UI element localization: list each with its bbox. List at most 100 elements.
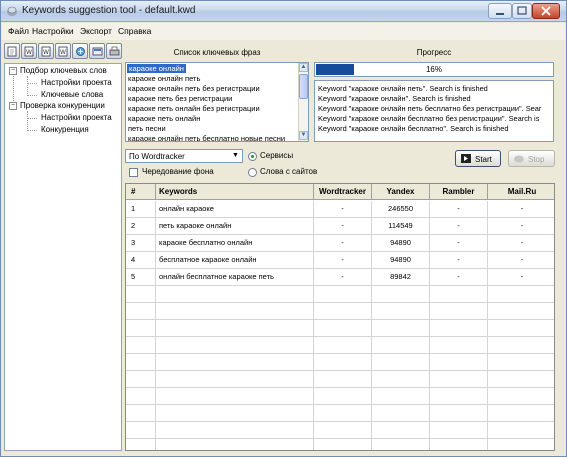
col-header-rambler[interactable]: Rambler: [430, 184, 488, 200]
table-row[interactable]: [126, 439, 554, 450]
cell-wordtracker: [314, 337, 372, 354]
table-row[interactable]: [126, 354, 554, 371]
list-item[interactable]: караоке петь онлайн без регистрации: [128, 104, 260, 113]
table-row[interactable]: [126, 388, 554, 405]
cell-yandex: [372, 405, 430, 422]
cell-keyword: [156, 320, 314, 337]
settings-button[interactable]: [89, 43, 105, 59]
log-line: Keyword "караоке онлайн петь бесплатно б…: [318, 104, 542, 113]
log-line: Keyword "караоке онлайн бесплатно без ре…: [318, 114, 540, 123]
cell-rambler: [430, 405, 488, 422]
list-item[interactable]: караоке онлайн петь: [128, 74, 200, 83]
list-item[interactable]: караоке онлайн: [127, 64, 186, 73]
cell-wordtracker: [314, 371, 372, 388]
list-item[interactable]: караоке петь онлайн: [128, 114, 200, 123]
menu-settings[interactable]: Настройки: [32, 26, 74, 36]
chevron-down-icon[interactable]: ▼: [230, 151, 241, 161]
col-header-yandex[interactable]: Yandex: [372, 184, 430, 200]
scroll-down-icon[interactable]: ▼: [299, 131, 308, 140]
site-words-radio[interactable]: [248, 168, 257, 177]
tree-item-competition[interactable]: Конкуренция: [41, 125, 89, 134]
cell-mailru: -: [520, 255, 524, 264]
cell-yandex: [372, 286, 430, 303]
table-row[interactable]: 3 караоке бесплатно онлайн -94890- -: [126, 235, 554, 252]
save-as-button[interactable]: W: [55, 43, 71, 59]
minimize-button[interactable]: [488, 3, 512, 19]
menu-export[interactable]: Экспорт: [80, 26, 112, 36]
cell-wordtracker: [314, 439, 372, 450]
table-row[interactable]: [126, 405, 554, 422]
table-row[interactable]: 4 бесплатное караоке онлайн -94890- -: [126, 252, 554, 269]
window-title: Keywords suggestion tool - default.kwd: [22, 5, 196, 16]
title-bar[interactable]: Keywords suggestion tool - default.kwd: [1, 1, 566, 22]
menu-bar: Файл Настройки Экспорт Справка: [2, 23, 565, 40]
cell-number: [126, 439, 156, 450]
cell-rambler: [430, 337, 488, 354]
open-icon: W: [24, 46, 34, 57]
cell-rambler: [430, 422, 488, 439]
scroll-up-icon[interactable]: ▲: [299, 63, 308, 72]
source-select-value: По Wordtracker: [129, 152, 185, 161]
cell-yandex: [372, 388, 430, 405]
tree-group-keywords[interactable]: Подбор ключевых слов: [20, 66, 107, 75]
close-button[interactable]: [532, 3, 560, 19]
col-header-mailru[interactable]: Mail.Ru: [488, 184, 554, 200]
table-row[interactable]: [126, 303, 554, 320]
cell-keyword: бесплатное караоке онлайн: [156, 252, 314, 269]
services-radio[interactable]: [248, 152, 257, 161]
alternate-background-checkbox[interactable]: [129, 168, 138, 177]
list-item[interactable]: караоке онлайн петь без регистрации: [128, 84, 260, 93]
collapse-toggle-competition[interactable]: −: [9, 102, 17, 110]
cell-wordtracker: [314, 405, 372, 422]
maximize-button[interactable]: [512, 3, 532, 19]
col-header-wordtracker[interactable]: Wordtracker: [314, 184, 372, 200]
menu-file[interactable]: Файл: [8, 26, 29, 36]
cell-yandex: [372, 337, 430, 354]
cell-number: 1: [126, 201, 156, 218]
col-header-keywords[interactable]: Keywords: [156, 184, 314, 200]
list-item[interactable]: караоке петь без регистрации: [128, 94, 232, 103]
cell-number: [126, 354, 156, 371]
list-item[interactable]: караоке онлайн петь бесплатно новые песн…: [128, 134, 285, 141]
progress-bar: 16%: [314, 62, 554, 77]
table-row[interactable]: [126, 286, 554, 303]
cell-mailru: [488, 286, 554, 303]
phrase-list-scrollbar[interactable]: ▲ ▼: [298, 63, 308, 141]
cell-keyword: [156, 388, 314, 405]
table-row[interactable]: 1 онлайн караоке -246550- -: [126, 201, 554, 218]
export-button[interactable]: [72, 43, 88, 59]
source-select[interactable]: По Wordtracker ▼: [125, 149, 243, 163]
results-table[interactable]: # Keywords Wordtracker Yandex Rambler Ma…: [125, 183, 555, 451]
table-row[interactable]: 5 онлайн бесплатное караоке петь -89842- -: [126, 269, 554, 286]
table-row[interactable]: [126, 320, 554, 337]
table-row[interactable]: [126, 337, 554, 354]
cell-number: [126, 422, 156, 439]
cell-rambler: [430, 371, 488, 388]
tree-group-competition[interactable]: Проверка конкуренции: [20, 101, 105, 110]
table-row[interactable]: [126, 371, 554, 388]
app-icon: [7, 6, 17, 16]
cell-mailru: -: [520, 272, 524, 281]
scroll-thumb[interactable]: [299, 74, 308, 99]
col-header-number[interactable]: #: [126, 184, 156, 200]
save-button[interactable]: W: [38, 43, 54, 59]
list-item[interactable]: петь песни: [128, 124, 166, 133]
menu-help[interactable]: Справка: [118, 26, 151, 36]
new-button[interactable]: [4, 43, 20, 59]
print-button[interactable]: [106, 43, 122, 59]
table-row[interactable]: 2 петь караоке онлайн -114549- -: [126, 218, 554, 235]
cell-keyword: [156, 354, 314, 371]
cell-wordtracker: -: [314, 252, 372, 269]
stop-button[interactable]: Stop: [508, 150, 555, 167]
start-button[interactable]: Start: [455, 150, 501, 167]
tree-item-project-settings-2[interactable]: Настройки проекта: [41, 113, 112, 122]
collapse-toggle-keywords[interactable]: −: [9, 67, 17, 75]
cell-rambler: [430, 388, 488, 405]
cell-number: [126, 337, 156, 354]
cell-rambler: -: [430, 235, 488, 252]
tree-item-project-settings-1[interactable]: Настройки проекта: [41, 78, 112, 87]
table-row[interactable]: [126, 422, 554, 439]
tree-item-keywords[interactable]: Ключевые слова: [41, 90, 103, 99]
phrase-list[interactable]: караоке онлайн караоке онлайн петь карао…: [125, 62, 309, 142]
open-button[interactable]: W: [21, 43, 37, 59]
